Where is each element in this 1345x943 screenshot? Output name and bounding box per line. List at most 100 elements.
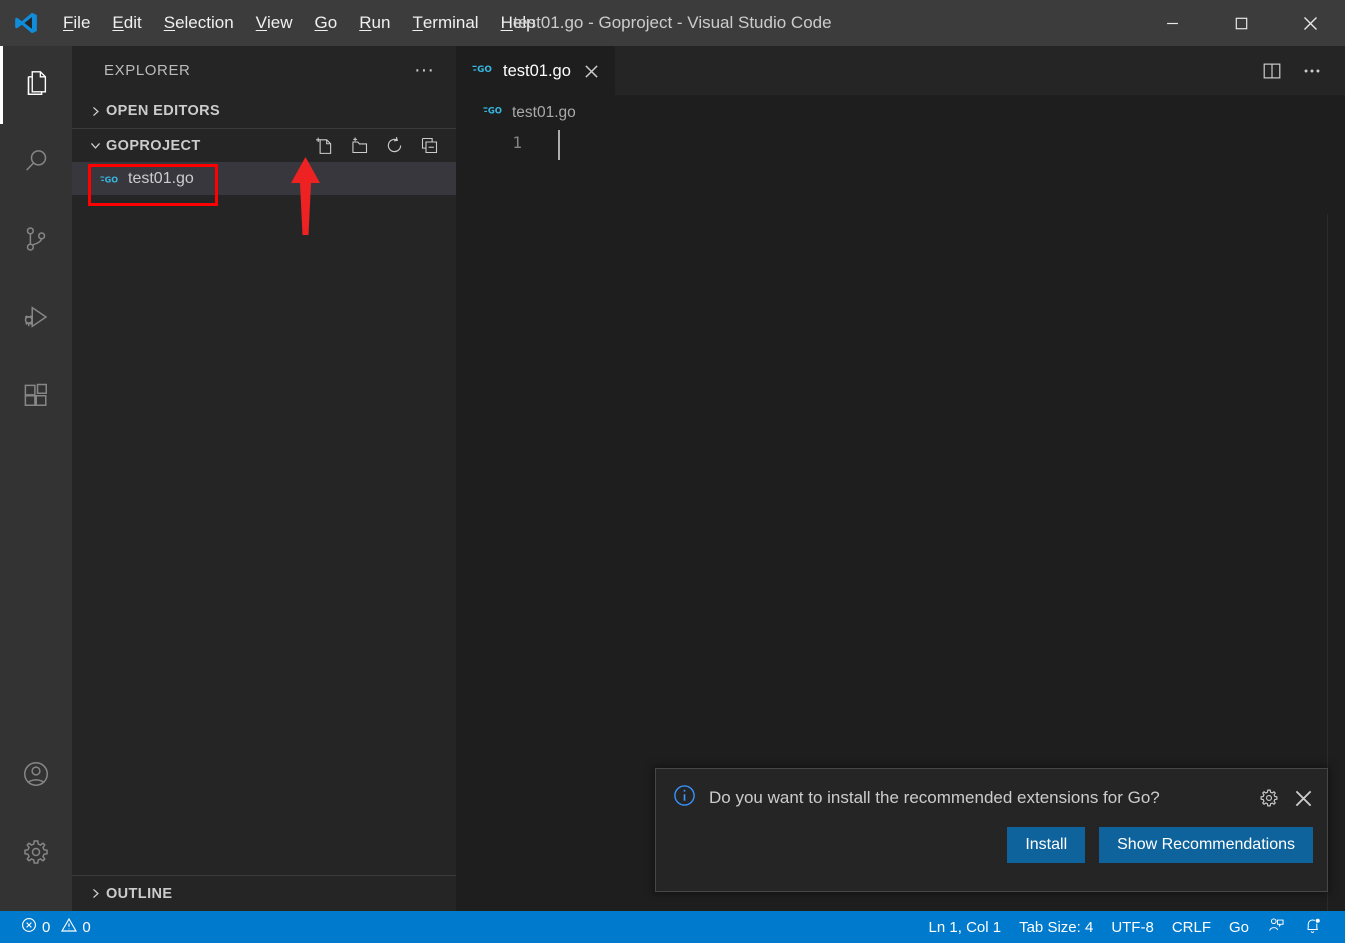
file-item-label: test01.go [128,169,194,187]
collapse-all-icon[interactable] [419,135,440,156]
activity-source-control[interactable] [0,202,72,280]
explorer-more-actions-icon[interactable]: ··· [408,59,440,81]
status-tab-size[interactable]: Tab Size: 4 [1010,911,1102,943]
minimize-button[interactable] [1138,0,1207,46]
feedback-icon [1267,916,1285,938]
activity-extensions[interactable] [0,358,72,436]
editor-more-actions-icon[interactable] [1301,60,1323,82]
file-item-test01[interactable]: GO test01.go [72,162,456,195]
overview-ruler[interactable] [1327,214,1345,943]
notification-toast: Do you want to install the recommended e… [655,768,1328,892]
install-button[interactable]: Install [1007,827,1086,863]
line-number-1: 1 [512,133,522,152]
menu-terminal[interactable]: Terminal [401,8,489,38]
notification-header: Do you want to install the recommended e… [656,769,1327,827]
menu-run-rest: un [371,13,391,32]
menu-file[interactable]: File [52,8,101,38]
menu-help-rest: elp [512,13,536,32]
editor-actions [1261,46,1345,95]
info-icon [672,783,697,813]
status-encoding[interactable]: UTF-8 [1102,911,1163,943]
notification-message: Do you want to install the recommended e… [709,788,1160,807]
notification-actions [1258,787,1313,809]
status-feedback[interactable] [1258,911,1294,943]
maximize-button[interactable] [1207,0,1276,46]
bell-dot-icon [1303,916,1322,939]
menu-edit-rest: dit [123,13,142,32]
new-file-icon[interactable] [314,135,335,156]
run-debug-icon [21,302,51,337]
svg-text:GO: GO [105,175,119,184]
warning-icon [61,917,78,937]
status-left-group: 0 0 [0,911,100,943]
source-control-icon [21,224,51,259]
go-file-icon: GO [472,61,494,81]
notification-close-icon[interactable] [1294,789,1313,808]
menu-view-mnemonic: V [255,13,268,32]
error-icon [21,917,37,937]
menu-terminal-mnemonic: T [412,13,423,32]
section-goproject[interactable]: GOPROJECT [72,128,456,162]
notification-gear-icon[interactable] [1258,787,1280,809]
menu-run[interactable]: Run [348,8,401,38]
menu-help-mnemonic: H [500,13,513,32]
vscode-window: File Edit Selection View Go Run Terminal… [0,0,1345,943]
activity-manage[interactable] [0,815,72,893]
section-open-editors[interactable]: OPEN EDITORS [72,94,456,128]
menu-run-mnemonic: R [359,13,372,32]
svg-text:GO: GO [477,65,492,75]
status-bar: 0 0 Ln 1, Col 1 Tab Size: 4 UTF-8 CRLF G… [0,911,1345,943]
tab-test01-go[interactable]: GO test01.go [456,46,615,95]
search-icon [21,146,51,181]
activity-accounts[interactable] [0,737,72,815]
text-cursor [558,130,560,160]
status-eol[interactable]: CRLF [1163,911,1220,943]
notification-buttons: Install Show Recommendations [656,827,1327,877]
section-outline-label: OUTLINE [106,885,173,902]
menu-selection-mnemonic: S [163,13,176,32]
gear-icon [21,837,51,872]
tab-close-icon[interactable] [580,62,603,81]
menu-edit-mnemonic: E [112,13,124,32]
new-folder-icon[interactable] [349,135,370,156]
breadcrumb[interactable]: GO test01.go [456,95,1345,130]
go-file-icon: GO [100,172,120,186]
menu-go[interactable]: Go [304,8,349,38]
svg-text:GO: GO [488,105,502,115]
window-controls [1138,0,1345,46]
activity-run-debug[interactable] [0,280,72,358]
status-warning-count: 0 [82,918,91,936]
activity-search[interactable] [0,124,72,202]
files-icon [21,68,51,103]
explorer-sidebar: EXPLORER ··· OPEN EDITORS GOPROJECT GO t… [72,46,456,911]
status-error-count: 0 [42,918,51,936]
close-window-button[interactable] [1276,0,1345,46]
show-recommendations-button[interactable]: Show Recommendations [1099,827,1313,863]
explorer-header: EXPLORER ··· [72,46,456,94]
menu-go-mnemonic: G [314,13,328,32]
goproject-actions [314,135,456,156]
menu-file-mnemonic: F [63,13,74,32]
extensions-icon [21,380,51,415]
sidebar-empty-space [72,195,456,875]
status-language-mode[interactable]: Go [1220,911,1258,943]
menu-help[interactable]: Help [490,8,547,38]
split-editor-icon[interactable] [1261,60,1283,82]
status-cursor-position[interactable]: Ln 1, Col 1 [920,911,1011,943]
menu-file-rest: ile [73,13,91,32]
chevron-right-icon [84,105,106,118]
section-outline[interactable]: OUTLINE [72,875,456,911]
chevron-right-icon [84,887,106,900]
breadcrumb-label: test01.go [512,103,576,121]
activity-explorer[interactable] [0,46,72,124]
status-problems[interactable]: 0 0 [12,911,100,943]
menu-selection[interactable]: Selection [153,8,245,38]
refresh-icon[interactable] [384,135,405,156]
status-right-group: Ln 1, Col 1 Tab Size: 4 UTF-8 CRLF Go [920,911,1345,943]
menu-view[interactable]: View [245,8,304,38]
editor-tab-bar: GO test01.go [456,46,1345,95]
menu-terminal-rest: erminal [422,13,479,32]
status-notifications[interactable] [1294,911,1331,943]
menu-edit[interactable]: Edit [101,8,152,38]
menu-bar: File Edit Selection View Go Run Terminal… [52,0,547,46]
